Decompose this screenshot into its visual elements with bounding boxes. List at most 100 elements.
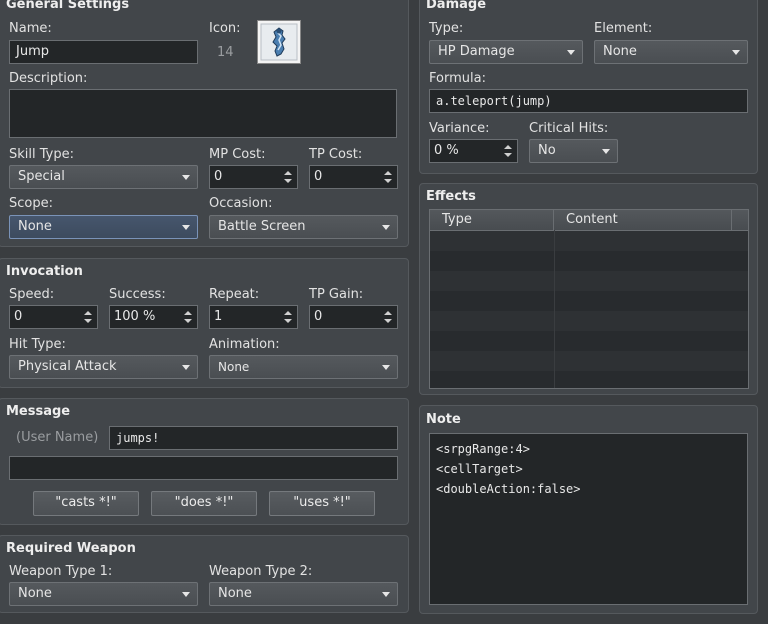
stepper-down-icon[interactable] [84, 319, 92, 323]
critical-hits-label: Critical Hits: [529, 121, 609, 136]
stepper-down-icon[interactable] [384, 319, 392, 323]
table-row[interactable] [430, 311, 748, 331]
repeat-label: Repeat: [209, 287, 260, 302]
scope-select[interactable]: None [9, 215, 198, 239]
message-line1-field[interactable]: jumps! [109, 426, 398, 450]
weapon-type1-label: Weapon Type 1: [9, 564, 113, 579]
table-row[interactable] [430, 371, 748, 388]
icon-index: 14 [217, 45, 234, 60]
chevron-down-icon [382, 592, 390, 597]
tp-gain-value: 0 [314, 309, 323, 324]
speed-label: Speed: [9, 287, 55, 302]
occasion-value: Battle Screen [218, 219, 306, 234]
stepper-up-icon[interactable] [384, 171, 392, 175]
variance-stepper[interactable]: 0 % [429, 139, 518, 163]
table-row[interactable] [430, 271, 748, 291]
success-label: Success: [109, 287, 166, 302]
speed-stepper[interactable]: 0 [9, 305, 98, 329]
weapon-type2-select[interactable]: None [209, 582, 398, 606]
stepper-up-icon[interactable] [84, 311, 92, 315]
stepper-up-icon[interactable] [284, 311, 292, 315]
chevron-down-icon [182, 225, 190, 230]
success-stepper[interactable]: 100 % [109, 305, 198, 329]
does-button[interactable]: "does *!" [151, 491, 257, 516]
effects-col-content[interactable]: Content [554, 210, 732, 230]
occasion-label: Occasion: [209, 196, 273, 211]
column-divider [554, 230, 555, 388]
critical-hits-value: No [538, 143, 556, 158]
animation-label: Animation: [209, 337, 280, 352]
element-label: Element: [594, 21, 653, 36]
tp-cost-label: TP Cost: [309, 147, 363, 162]
message-title: Message [6, 404, 71, 419]
chevron-down-icon [182, 365, 190, 370]
repeat-stepper[interactable]: 1 [209, 305, 298, 329]
weapon-type1-select[interactable]: None [9, 582, 198, 606]
animation-select[interactable]: None [209, 355, 398, 379]
table-row[interactable] [430, 231, 748, 251]
stepper-up-icon[interactable] [184, 311, 192, 315]
stepper-down-icon[interactable] [184, 319, 192, 323]
hit-type-label: Hit Type: [9, 337, 66, 352]
note-title: Note [426, 412, 461, 427]
icon-label: Icon: [209, 21, 241, 36]
table-row[interactable] [430, 251, 748, 271]
invocation-title: Invocation [6, 264, 83, 279]
skill-type-label: Skill Type: [9, 147, 74, 162]
casts-button[interactable]: "casts *!" [33, 491, 139, 516]
skill-type-select[interactable]: Special [9, 165, 198, 189]
required-weapon-title: Required Weapon [6, 541, 136, 556]
stepper-down-icon[interactable] [504, 153, 512, 157]
chevron-down-icon [182, 175, 190, 180]
stepper-down-icon[interactable] [284, 179, 292, 183]
table-row[interactable] [430, 351, 748, 371]
table-row[interactable] [430, 291, 748, 311]
skill-icon-picker[interactable] [257, 20, 301, 64]
occasion-select[interactable]: Battle Screen [209, 215, 398, 239]
element-value: None [603, 44, 637, 59]
damage-title: Damage [426, 0, 487, 12]
mp-cost-label: MP Cost: [209, 147, 266, 162]
weapon-type2-label: Weapon Type 2: [209, 564, 313, 579]
note-line: <doubleAction:false> [436, 482, 581, 496]
message-line2-field[interactable] [9, 456, 398, 480]
description-field[interactable] [9, 89, 397, 138]
tp-gain-stepper[interactable]: 0 [309, 305, 398, 329]
effects-table-header: Type Content [430, 210, 748, 231]
stepper-down-icon[interactable] [284, 319, 292, 323]
formula-field[interactable]: a.teleport(jump) [429, 89, 748, 113]
note-field[interactable]: <srpgRange:4> <cellTarget> <doubleAction… [429, 433, 748, 605]
critical-hits-select[interactable]: No [529, 139, 618, 163]
success-value: 100 % [114, 309, 156, 324]
damage-type-select[interactable]: HP Damage [429, 40, 583, 64]
hit-type-select[interactable]: Physical Attack [9, 355, 198, 379]
stepper-up-icon[interactable] [504, 145, 512, 149]
name-field[interactable]: Jump [9, 40, 198, 64]
stepper-down-icon[interactable] [384, 179, 392, 183]
effects-table[interactable]: Type Content [429, 209, 749, 389]
effects-col-type[interactable]: Type [430, 210, 554, 230]
stepper-up-icon[interactable] [384, 311, 392, 315]
element-select[interactable]: None [594, 40, 748, 64]
tp-cost-stepper[interactable]: 0 [309, 165, 398, 189]
stepper-up-icon[interactable] [284, 171, 292, 175]
uses-button[interactable]: "uses *!" [269, 491, 375, 516]
skill-type-value: Special [18, 169, 65, 184]
jump-icon [258, 21, 300, 63]
speed-value: 0 [14, 309, 23, 324]
weapon-type1-value: None [18, 586, 52, 601]
tp-cost-value: 0 [314, 169, 323, 184]
chevron-down-icon [382, 225, 390, 230]
table-row[interactable] [430, 331, 748, 351]
scope-value: None [18, 219, 52, 234]
effects-title: Effects [426, 189, 476, 204]
name-label: Name: [9, 21, 52, 36]
chevron-down-icon [602, 149, 610, 154]
tp-gain-label: TP Gain: [309, 287, 364, 302]
hit-type-value: Physical Attack [18, 359, 117, 374]
mp-cost-stepper[interactable]: 0 [209, 165, 298, 189]
variance-value: 0 % [434, 143, 459, 158]
note-line: <srpgRange:4> [436, 442, 530, 456]
general-settings-title: General Settings [6, 0, 130, 12]
chevron-down-icon [182, 592, 190, 597]
